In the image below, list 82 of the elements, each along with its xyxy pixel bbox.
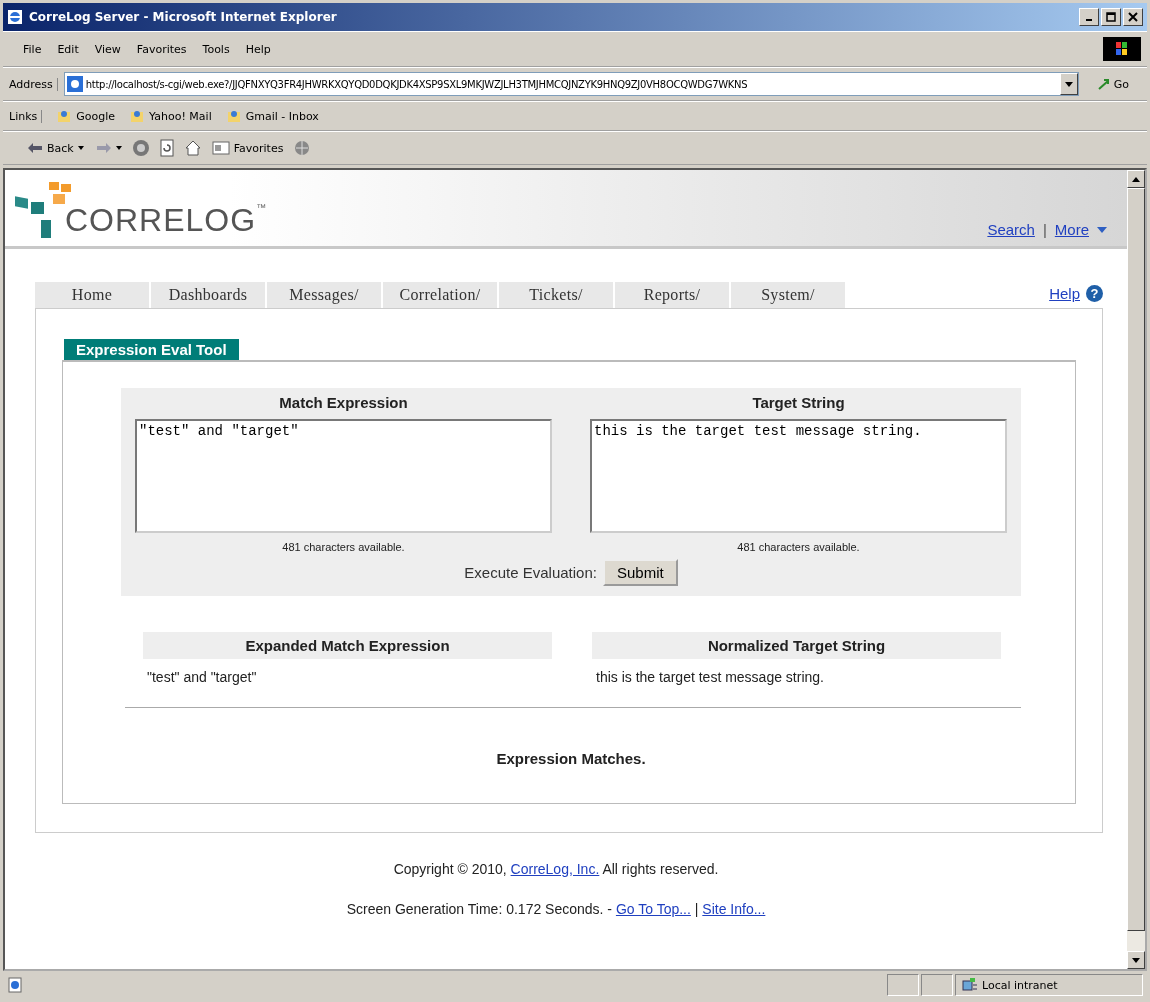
favorites-button[interactable]: Favorites <box>209 139 286 157</box>
window-title: CorreLog Server - Microsoft Internet Explorer <box>29 10 337 24</box>
character-counter: 481 characters available. <box>737 541 860 553</box>
result-heading: Expanded Match Expression <box>143 632 552 659</box>
separator: | <box>1042 221 1047 238</box>
nav-tab[interactable]: Reports/ <box>615 282 729 308</box>
home-icon[interactable] <box>183 139 202 157</box>
site-info-link[interactable]: Site Info... <box>702 901 766 917</box>
maximize-button[interactable] <box>1101 8 1121 26</box>
caret-icon <box>1097 226 1107 233</box>
text-area[interactable]: "test" and "target" <box>135 419 552 533</box>
back-arrow-icon <box>27 142 43 154</box>
nav-tab[interactable]: System/ <box>731 282 845 308</box>
nav-tab[interactable]: Home <box>35 282 149 308</box>
caret-icon <box>1064 81 1073 87</box>
more-link[interactable]: More <box>1054 221 1089 238</box>
menu-item[interactable]: Favorites <box>136 42 187 56</box>
favorite-link[interactable]: Yahoo! Mail <box>129 108 212 124</box>
go-to-top-link[interactable]: Go To Top... <box>615 901 691 917</box>
menu-item[interactable]: Edit <box>57 42 79 56</box>
close-icon <box>1128 12 1138 22</box>
down-arrow-icon <box>1132 957 1140 963</box>
nav-tab[interactable]: Correlation/ <box>383 282 497 308</box>
search-link[interactable]: Search <box>987 221 1035 238</box>
field-label: Target String <box>752 394 845 411</box>
address-label: Address <box>9 77 58 91</box>
field-label: Match Expression <box>279 394 408 411</box>
close-button[interactable] <box>1123 8 1143 26</box>
execute-label: Execute Evaluation: <box>464 564 597 581</box>
separator: | <box>694 901 699 917</box>
menu-item[interactable]: Tools <box>202 42 230 56</box>
favorite-link[interactable]: Gmail - Inbox <box>225 108 319 124</box>
trademark: ™ <box>256 202 267 213</box>
page-icon <box>66 76 83 92</box>
caret-icon <box>115 146 122 150</box>
result-value: this is the target test message string. <box>595 668 825 687</box>
help-link[interactable]: Help <box>1049 285 1080 302</box>
generation-time-text: Screen Generation Time: 0.172 Seconds. - <box>346 901 612 917</box>
stop-icon[interactable] <box>131 139 150 157</box>
go-button[interactable]: Go <box>1084 77 1141 91</box>
favorites-icon <box>211 141 230 155</box>
logo-text: CORRELOG <box>65 202 257 239</box>
status-cell <box>887 974 919 996</box>
text-area[interactable]: this is the target test message string. <box>590 419 1007 533</box>
result-heading: Normalized Target String <box>592 632 1001 659</box>
folder-icon <box>225 108 242 124</box>
company-link[interactable]: CorreLog, Inc. <box>510 861 600 877</box>
result-value: "test" and "target" <box>146 668 258 687</box>
scrollbar[interactable] <box>1127 170 1145 969</box>
nav-tab[interactable]: Messages/ <box>267 282 381 308</box>
forward-arrow-icon <box>95 142 112 154</box>
nav-tab[interactable]: Dashboards <box>151 282 265 308</box>
submit-button[interactable]: Submit <box>602 559 678 586</box>
menu-item[interactable]: View <box>94 42 121 56</box>
caret-icon <box>77 146 84 150</box>
refresh-icon[interactable] <box>157 139 176 157</box>
menu-item[interactable]: Help <box>245 42 271 56</box>
up-arrow-icon <box>1132 176 1140 182</box>
minimize-button[interactable] <box>1079 8 1099 26</box>
back-button[interactable]: Back <box>25 139 86 157</box>
address-field[interactable]: http://localhost/s-cgi/web.exe?/JJQFNXYQ3FR4JHWRKXQYQD0DQKJDK4XSP9SXL9MKJWZJLH3TMJHMCQJNZYK9HNQ9ZJ0VH8OCQWDG7WKNS <box>63 72 1079 96</box>
favorite-link[interactable]: Google <box>56 108 116 124</box>
links-label: Links <box>9 109 43 123</box>
nav-tab[interactable]: Tickets/ <box>499 282 613 308</box>
folder-icon <box>56 108 73 124</box>
menu-item[interactable]: File <box>23 42 42 56</box>
network-icon <box>962 977 978 993</box>
rights-text: All rights reserved. <box>602 861 719 877</box>
windows-logo-icon <box>1103 37 1141 61</box>
copyright-text: Copyright © 2010, <box>393 861 507 877</box>
result-message: Expression Matches. <box>496 750 646 767</box>
character-counter: 481 characters available. <box>282 541 405 553</box>
go-arrow-icon <box>1096 77 1111 91</box>
maximize-icon <box>1106 12 1116 22</box>
status-cell <box>921 974 953 996</box>
page-icon <box>7 977 23 993</box>
zone-text: Local intranet <box>982 978 1058 992</box>
folder-icon <box>129 108 146 124</box>
minimize-icon <box>1086 19 1092 21</box>
help-icon[interactable]: ? <box>1086 285 1103 302</box>
tool-title: Expression Eval Tool <box>64 339 239 360</box>
browser-icon <box>7 9 23 25</box>
